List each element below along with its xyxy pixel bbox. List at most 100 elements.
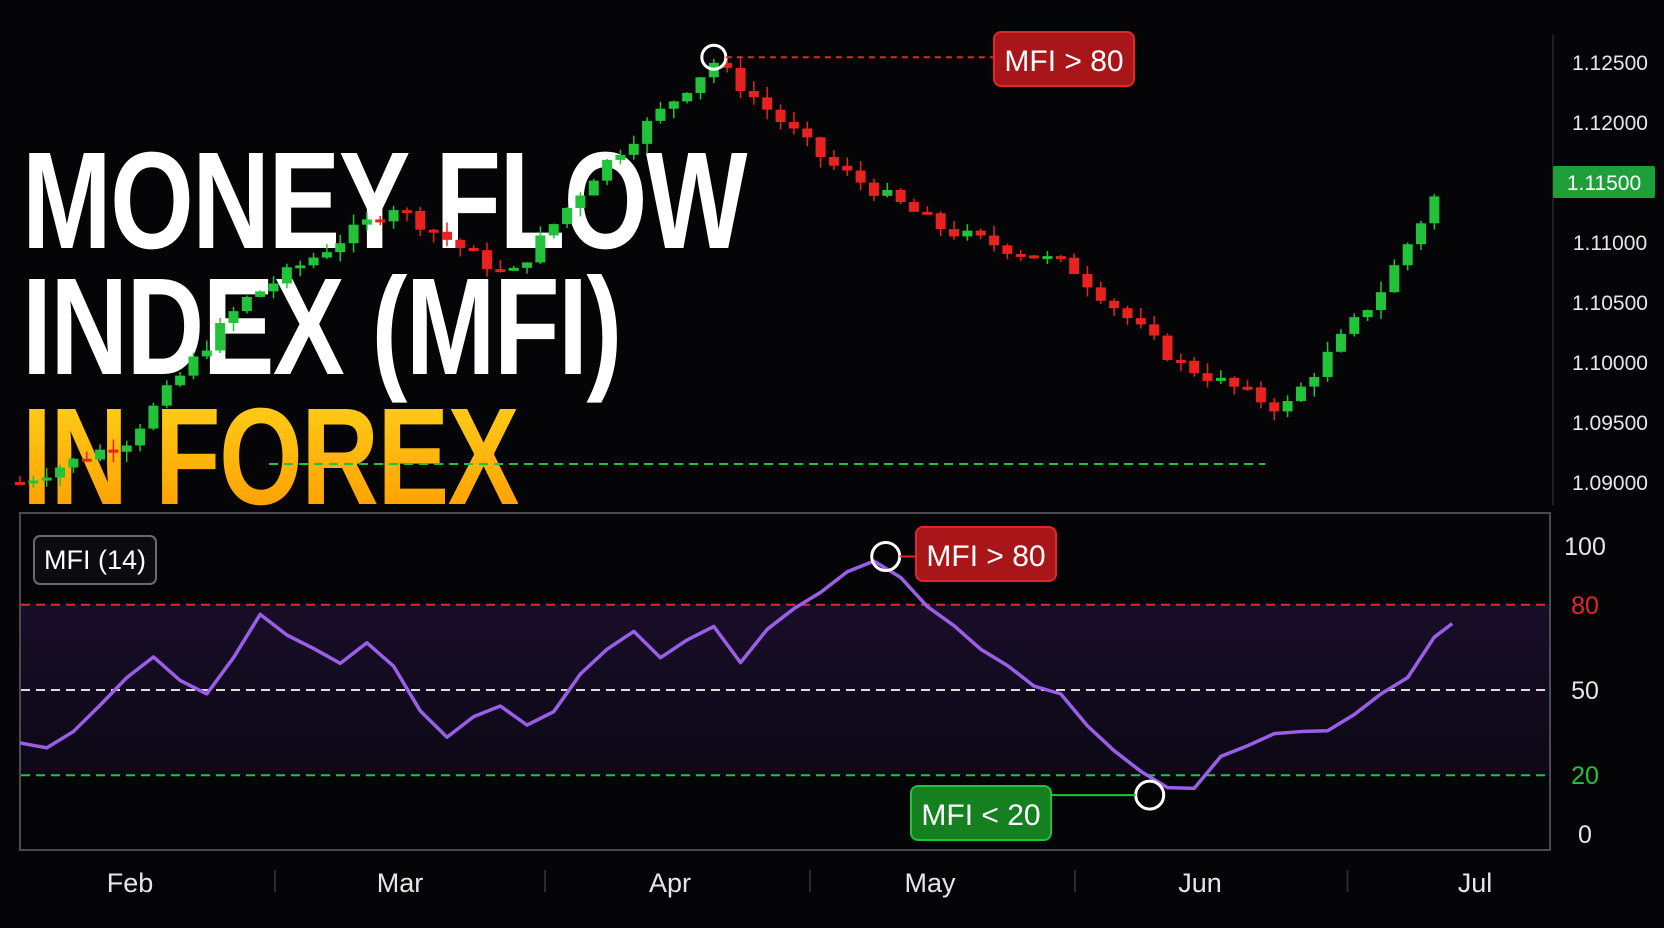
price-annotation-overbought: MFI > 80 [700, 31, 1135, 87]
current-price-label: 1.11500 [1567, 172, 1641, 195]
candle [1122, 305, 1133, 325]
mfi-oversold-label: MFI < 20 [921, 799, 1040, 832]
candle [1162, 333, 1173, 362]
candle [161, 380, 172, 409]
candle [241, 295, 252, 314]
mfi-oversold-marker [1134, 779, 1166, 811]
month-tick-label: Jun [1178, 868, 1222, 898]
candle [281, 263, 292, 289]
candle [535, 226, 546, 264]
candle [935, 211, 946, 237]
candle [828, 149, 839, 170]
candle [895, 188, 906, 205]
candle [908, 198, 919, 213]
candle [201, 340, 212, 360]
candle [495, 259, 506, 273]
mfi-annotation-overbought: MFI > 80 [870, 526, 1057, 582]
candle [922, 206, 933, 215]
candle [695, 76, 706, 100]
candle [575, 192, 586, 217]
candle [1095, 281, 1106, 304]
price-tick-label: 1.11000 [1573, 232, 1647, 255]
candle [562, 207, 573, 228]
price-tick-label: 1.10500 [1572, 292, 1648, 315]
candle [775, 104, 786, 130]
candle [1002, 243, 1013, 260]
candle [108, 439, 119, 463]
candle [708, 58, 719, 84]
candle [962, 224, 973, 241]
candle [321, 244, 332, 259]
candle [1229, 376, 1240, 395]
candle [762, 86, 773, 120]
candle [815, 136, 826, 168]
candle [68, 457, 79, 473]
price-tick-label: 1.12000 [1572, 112, 1648, 135]
price-annotation-label: MFI > 80 [1004, 45, 1123, 78]
candle [348, 214, 359, 253]
candle [295, 260, 306, 277]
candle [868, 178, 879, 201]
candle [1189, 356, 1200, 377]
candle [135, 424, 146, 452]
candle [1282, 395, 1293, 418]
time-axis: Feb Mar Apr May Jun Jul [107, 868, 1493, 898]
candle [1375, 281, 1386, 319]
candle [1242, 380, 1253, 391]
candle [748, 81, 759, 105]
candle [308, 252, 319, 269]
candle [15, 475, 25, 485]
candle [1429, 194, 1440, 230]
candle [1402, 242, 1413, 271]
mfi-axis-ticks: 100 80 50 20 0 [1564, 533, 1606, 849]
candle [121, 440, 132, 463]
candle [188, 352, 199, 380]
month-tick-label: Feb [107, 868, 154, 898]
candle [255, 290, 266, 298]
candle [1416, 220, 1427, 250]
mfi-label-box: MFI (14) [33, 535, 157, 585]
mfi-label: MFI (14) [44, 545, 146, 575]
mfi-tick-label: 0 [1578, 821, 1592, 849]
candlesticks [15, 57, 1440, 488]
candle [28, 475, 39, 488]
candle [1042, 251, 1053, 265]
candle [1175, 353, 1186, 372]
price-tick-label: 1.10000 [1572, 352, 1648, 375]
candle [428, 228, 439, 243]
candle [268, 276, 279, 299]
candle [615, 149, 626, 165]
candle [375, 215, 386, 226]
candle [441, 222, 452, 247]
mfi-tick-label: 50 [1571, 677, 1599, 705]
mfi-chart: 1.12500 1.12000 1.11500 1.11000 1.10500 1.100… [15, 31, 1655, 898]
candle [55, 464, 66, 487]
candle [1215, 370, 1226, 384]
candle [548, 223, 559, 239]
candle [682, 92, 693, 104]
candle [602, 158, 613, 185]
candle [642, 117, 653, 154]
mfi-tick-label: 20 [1571, 762, 1599, 790]
candle [415, 207, 426, 237]
candle [148, 402, 159, 431]
candle [735, 58, 746, 99]
month-tick-label: Jul [1458, 868, 1493, 898]
current-price-badge: 1.11500 [1553, 166, 1655, 198]
mfi-panel: 100 80 50 20 0 MFI (14) MFI > 80 MFI < 20 [19, 512, 1606, 851]
mfi-overbought-label: MFI > 80 [926, 540, 1045, 573]
candle [388, 205, 399, 229]
candle [228, 306, 239, 332]
candle [882, 182, 893, 198]
candle [989, 225, 1000, 252]
candle [335, 234, 346, 262]
candle [522, 262, 533, 274]
price-panel: 1.12500 1.12000 1.11500 1.11000 1.10500 1.100… [15, 31, 1655, 505]
month-tick-label: Mar [377, 868, 424, 898]
candle [975, 228, 986, 240]
candle [175, 372, 186, 387]
candle [1109, 298, 1120, 317]
mfi-annotation-oversold: MFI < 20 [910, 779, 1166, 841]
candle [81, 451, 92, 462]
candle [1309, 372, 1320, 397]
